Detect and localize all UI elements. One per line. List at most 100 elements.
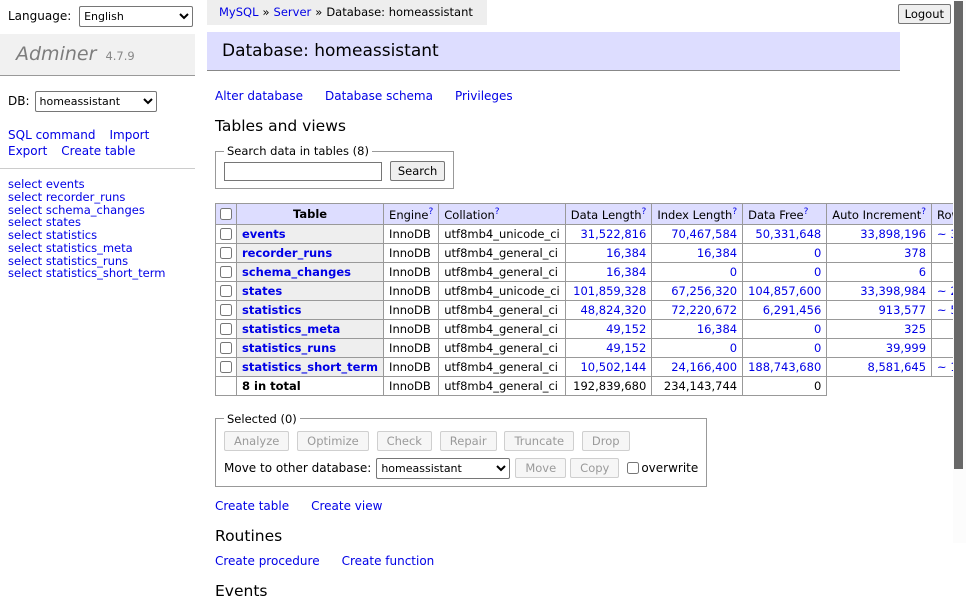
index_length-link[interactable]: 24,166,400	[671, 360, 737, 374]
move-db-select[interactable]: homeassistant	[376, 458, 510, 479]
table-name-cell: states	[237, 281, 384, 300]
data_free-link[interactable]: 0	[814, 322, 821, 336]
move-row: Move to other database: homeassistant Mo…	[224, 458, 698, 479]
index_length-link[interactable]: 16,384	[697, 322, 737, 336]
sidebar-item-select-recorder-runs[interactable]: select recorder_runs	[8, 191, 187, 204]
adminer-logo[interactable]: Adminer	[16, 43, 96, 65]
create-table-link[interactable]: Create table	[61, 144, 135, 158]
table-name-cell: events	[237, 224, 384, 243]
data_length-link[interactable]: 49,152	[606, 322, 646, 336]
alter-database-link[interactable]: Alter database	[215, 89, 303, 103]
events-title: Events	[215, 582, 900, 600]
help-icon[interactable]: ?	[804, 207, 809, 217]
logout-button[interactable]: Logout	[898, 4, 951, 24]
row-checkbox[interactable]	[220, 323, 232, 335]
auto_increment-link[interactable]: 378	[904, 246, 926, 260]
create-function-link[interactable]: Create function	[342, 554, 435, 568]
data_free-cell: 104,857,600	[743, 281, 827, 300]
export-link[interactable]: Export	[8, 144, 47, 158]
sql-command-link[interactable]: SQL command	[8, 128, 95, 142]
auto_increment-link[interactable]: 325	[904, 322, 926, 336]
auto_increment-link[interactable]: 913,577	[878, 303, 926, 317]
data_free-link[interactable]: 188,743,680	[748, 360, 821, 374]
column-header-engine: Engine?	[384, 204, 439, 225]
row-checkbox[interactable]	[220, 342, 232, 354]
search-button[interactable]: Search	[390, 161, 446, 181]
breadcrumb-mysql-link[interactable]: MySQL	[219, 5, 259, 19]
data_length-link[interactable]: 48,824,320	[580, 303, 646, 317]
analyze-button: Analyze	[224, 431, 289, 451]
index_length-link[interactable]: 0	[730, 265, 737, 279]
auto_increment-link[interactable]: 6	[919, 265, 926, 279]
create-view-link[interactable]: Create view	[311, 499, 382, 513]
help-icon[interactable]: ?	[428, 207, 433, 217]
data_length-link[interactable]: 16,384	[606, 265, 646, 279]
help-icon[interactable]: ?	[642, 207, 647, 217]
privileges-link[interactable]: Privileges	[455, 89, 513, 103]
auto_increment-link[interactable]: 33,398,984	[860, 284, 926, 298]
data_free-link[interactable]: 50,331,648	[755, 227, 821, 241]
sidebar-item-select-statistics-meta[interactable]: select statistics_meta	[8, 242, 187, 255]
row-checkbox[interactable]	[220, 361, 232, 373]
data_free-link[interactable]: 6,291,456	[763, 303, 822, 317]
overwrite-checkbox[interactable]	[627, 462, 639, 474]
help-icon[interactable]: ?	[732, 207, 737, 217]
create-procedure-link[interactable]: Create procedure	[215, 554, 320, 568]
row-checkbox[interactable]	[220, 228, 232, 240]
collation-cell: utf8mb4_general_ci	[439, 300, 566, 319]
sidebar-item-select-statistics[interactable]: select statistics	[8, 229, 187, 242]
help-icon[interactable]: ?	[921, 207, 926, 217]
table-name-link[interactable]: statistics_meta	[242, 322, 340, 336]
row-checkbox[interactable]	[220, 304, 232, 316]
tables-list: Table Engine? Collation? Data Length? In…	[215, 203, 966, 396]
collation-cell: utf8mb4_general_ci	[439, 262, 566, 281]
routines-title: Routines	[215, 527, 900, 545]
data_free-link[interactable]: 0	[814, 265, 821, 279]
data_free-link[interactable]: 104,857,600	[748, 284, 821, 298]
import-link[interactable]: Import	[109, 128, 149, 142]
auto_increment-link[interactable]: 33,898,196	[860, 227, 926, 241]
row-checkbox[interactable]	[220, 285, 232, 297]
table-name-link[interactable]: events	[242, 227, 286, 241]
data_length-link[interactable]: 101,859,328	[573, 284, 646, 298]
create-table-link-main[interactable]: Create table	[215, 499, 289, 513]
data_length-link[interactable]: 16,384	[606, 246, 646, 260]
table-row: eventsInnoDButf8mb4_unicode_ci31,522,816…	[216, 224, 966, 243]
data_length-cell: 16,384	[565, 243, 652, 262]
index_length-link[interactable]: 70,467,584	[671, 227, 737, 241]
database-schema-link[interactable]: Database schema	[325, 89, 433, 103]
table-name-link[interactable]: statistics_short_term	[242, 360, 378, 374]
data_free-link[interactable]: 0	[814, 246, 821, 260]
table-name-link[interactable]: statistics_runs	[242, 341, 336, 355]
index_length-link[interactable]: 67,256,320	[671, 284, 737, 298]
auto_increment-link[interactable]: 8,581,645	[868, 360, 927, 374]
data_free-link[interactable]: 0	[814, 341, 821, 355]
scrollbar-thumb[interactable]	[954, 1, 963, 469]
data_length-link[interactable]: 10,502,144	[580, 360, 646, 374]
table-name-link[interactable]: recorder_runs	[242, 246, 332, 260]
row-checkbox[interactable]	[220, 247, 232, 259]
data_length-link[interactable]: 31,522,816	[580, 227, 646, 241]
sidebar-item-select-statistics-short-term[interactable]: select statistics_short_term	[8, 267, 187, 280]
routines-links: Create procedure Create function	[215, 554, 900, 568]
select-all-checkbox[interactable]	[220, 208, 232, 220]
breadcrumb-server-link[interactable]: Server	[274, 5, 312, 19]
row-checkbox[interactable]	[220, 266, 232, 278]
data_free-cell: 0	[743, 262, 827, 281]
table-row: statistics_runsInnoDButf8mb4_general_ci4…	[216, 338, 966, 357]
data_length-link[interactable]: 49,152	[606, 341, 646, 355]
index_length-link[interactable]: 0	[730, 341, 737, 355]
table-name-link[interactable]: schema_changes	[242, 265, 351, 279]
help-icon[interactable]: ?	[495, 207, 500, 217]
empty-cell	[827, 376, 932, 395]
index_length-link[interactable]: 16,384	[697, 246, 737, 260]
table-name-link[interactable]: statistics	[242, 303, 302, 317]
index_length-cell: 16,384	[652, 243, 743, 262]
index_length-link[interactable]: 72,220,672	[671, 303, 737, 317]
table-name-link[interactable]: states	[242, 284, 282, 298]
language-select[interactable]: English	[79, 6, 193, 27]
search-input[interactable]	[224, 162, 382, 181]
auto_increment-link[interactable]: 39,999	[886, 341, 926, 355]
db-select[interactable]: homeassistant	[35, 91, 157, 112]
scrollbar[interactable]	[953, 0, 966, 543]
